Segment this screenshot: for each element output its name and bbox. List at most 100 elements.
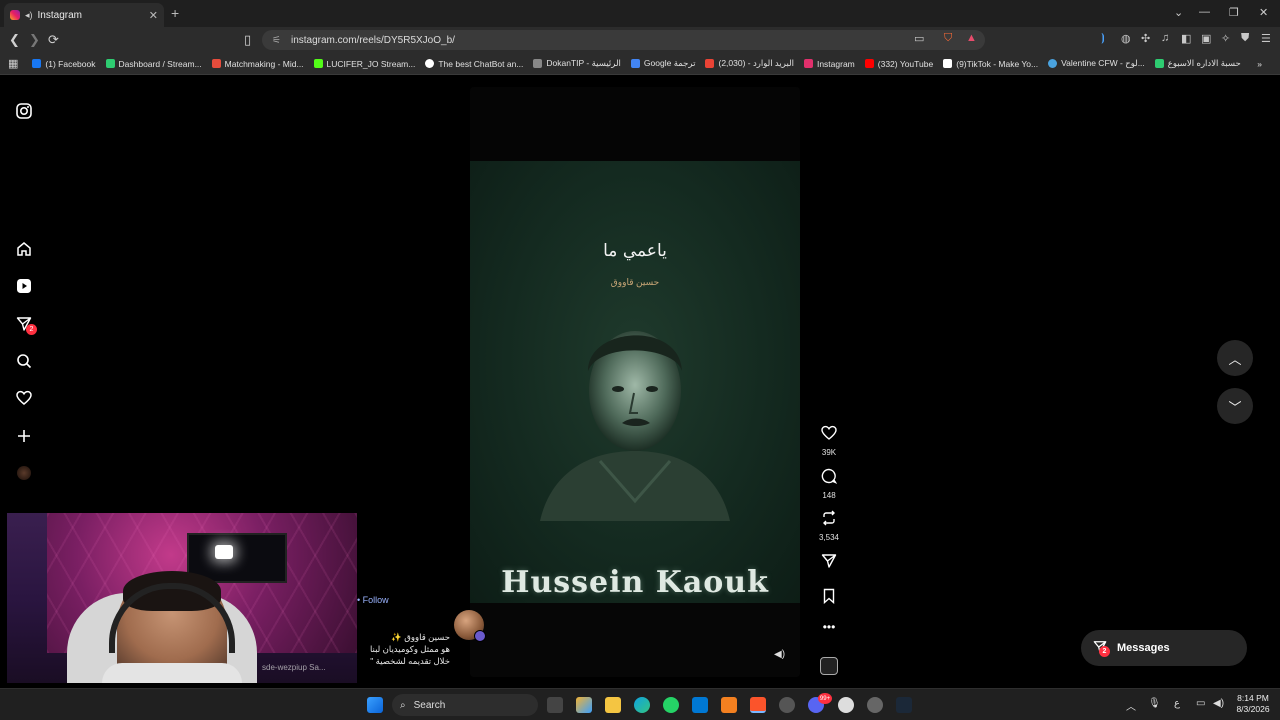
- direct-messages-icon[interactable]: 2: [14, 314, 37, 335]
- reload-icon[interactable]: ⟳: [48, 32, 59, 48]
- repost-button[interactable]: 3,534: [814, 510, 844, 542]
- sheets-icon: [1154, 59, 1164, 68]
- bookmark-item[interactable]: Instagram: [803, 59, 855, 69]
- microphone-icon[interactable]: 🎙: [1148, 698, 1161, 709]
- instagram-logo-icon[interactable]: [14, 101, 34, 121]
- facebook-icon: [32, 59, 42, 68]
- menu-icon[interactable]: ☰: [1261, 32, 1271, 45]
- whatsapp-icon[interactable]: [663, 697, 679, 713]
- streamlabs-icon: [105, 59, 115, 68]
- google-translate-icon: [630, 59, 640, 68]
- tab-search-chevron-icon[interactable]: ⌄: [1174, 6, 1183, 19]
- home-icon[interactable]: [14, 239, 34, 259]
- bookmark-item[interactable]: (332) YouTube: [864, 59, 933, 69]
- extensions-icon[interactable]: ✣: [1141, 32, 1150, 45]
- forward-icon[interactable]: ❯: [29, 32, 40, 48]
- like-count: 39K: [821, 448, 837, 457]
- next-reel-button[interactable]: ﹀: [1217, 388, 1253, 424]
- previous-reel-button[interactable]: ︿: [1217, 340, 1253, 376]
- brave-shield-icon[interactable]: ⛉: [944, 32, 952, 45]
- leo-ai-icon[interactable]: ✧: [1221, 32, 1230, 45]
- more-bookmarks-icon[interactable]: »: [1257, 59, 1262, 69]
- file-explorer-icon[interactable]: [605, 697, 621, 713]
- reel-video-player[interactable]: ياعمي ما حسين قاووق Hussein Kaouk ◀): [470, 87, 800, 677]
- edge-icon[interactable]: [634, 697, 650, 713]
- keyboard-language[interactable]: ع: [1174, 698, 1180, 709]
- wallet-icon[interactable]: ▣: [1201, 32, 1211, 45]
- close-window-button[interactable]: ✕: [1259, 6, 1268, 19]
- close-tab-icon[interactable]: ✕: [149, 9, 158, 22]
- messages-button[interactable]: 2 Messages: [1081, 630, 1247, 666]
- cloud-app-icon[interactable]: [721, 697, 737, 713]
- cast-icon[interactable]: ▭: [914, 32, 924, 45]
- webcam-shirt: [102, 663, 242, 683]
- privacy-icon[interactable]: ⛊: [1241, 32, 1249, 45]
- bookmark-item[interactable]: (1) Facebook: [32, 59, 96, 69]
- comment-button[interactable]: 148: [814, 468, 844, 500]
- save-button[interactable]: [814, 588, 844, 609]
- follow-button[interactable]: • Follow: [357, 595, 389, 605]
- search-icon[interactable]: [14, 351, 34, 371]
- copilot-icon[interactable]: [576, 697, 592, 713]
- brave-browser-icon[interactable]: [750, 697, 766, 713]
- minimize-button[interactable]: —: [1199, 6, 1210, 18]
- bookmark-item[interactable]: Matchmaking - Mid...: [211, 59, 304, 69]
- portrait-illustration: [540, 331, 730, 521]
- author-avatar[interactable]: [454, 610, 486, 642]
- vpn-icon[interactable]: ◍: [1121, 32, 1131, 45]
- chatbot-icon: [425, 59, 435, 68]
- instagram-favicon-icon: [10, 10, 20, 20]
- notifications-heart-icon[interactable]: [14, 388, 34, 408]
- messages-label: Messages: [1117, 642, 1170, 654]
- new-tab-button[interactable]: +: [171, 5, 179, 21]
- outlook-icon[interactable]: [692, 697, 708, 713]
- tray-overflow-chevron-icon[interactable]: ︿: [1126, 698, 1136, 713]
- steam-icon[interactable]: [896, 697, 912, 713]
- settings-gear-icon[interactable]: [838, 697, 854, 713]
- browser-tab-instagram[interactable]: ◂) Instagram ✕: [4, 3, 164, 27]
- like-button[interactable]: 39K: [814, 425, 844, 457]
- tiktok-icon: [943, 59, 953, 68]
- apps-grid-icon[interactable]: ▦: [8, 57, 18, 70]
- brave-rewards-icon[interactable]: ▲: [966, 32, 977, 44]
- audio-playing-icon[interactable]: ◂): [25, 10, 33, 21]
- site-info-icon[interactable]: ⚟: [272, 35, 281, 46]
- profile-avatar[interactable]: [14, 463, 34, 483]
- system-clock[interactable]: 8:14 PM 8/3/2026: [1230, 693, 1276, 715]
- windows-start-icon[interactable]: [367, 697, 383, 713]
- bookmark-icon[interactable]: ▯: [244, 32, 251, 48]
- music-icon[interactable]: ♫: [1161, 32, 1169, 44]
- more-options-icon[interactable]: •••: [814, 620, 844, 634]
- media-playing-icon[interactable]: ⦘: [1101, 32, 1105, 45]
- taskbar-search[interactable]: ⌕ Search: [392, 694, 538, 716]
- verified-badge-icon: [474, 630, 486, 642]
- bookmark-item[interactable]: (9)TikTok - Make Yo...: [943, 59, 1038, 69]
- maximize-button[interactable]: ❐: [1229, 6, 1239, 19]
- tab-title: Instagram: [37, 9, 82, 21]
- create-plus-icon[interactable]: [14, 426, 34, 446]
- address-bar[interactable]: ⚟ instagram.com/reels/DY5R5XJoO_b/: [262, 30, 985, 50]
- bookmark-item[interactable]: Valentine CFW - لوح...: [1048, 58, 1145, 69]
- obs-icon[interactable]: [867, 697, 883, 713]
- volume-tray-icon[interactable]: ◀): [1213, 698, 1224, 709]
- reel-subtitle-text: حسين قاووق: [610, 277, 660, 287]
- sidebar-toggle-icon[interactable]: ◧: [1181, 32, 1191, 45]
- bookmark-item[interactable]: Google ترجمة: [630, 58, 695, 69]
- bookmark-item[interactable]: حسبة الاداره الاسبوع: [1154, 58, 1241, 69]
- audio-thumbnail[interactable]: [814, 657, 844, 680]
- network-icon[interactable]: ▭: [1196, 698, 1205, 709]
- repost-icon: [823, 510, 835, 526]
- bookmark-item[interactable]: The best ChatBot an...: [425, 59, 523, 69]
- bookmark-item[interactable]: DokanTIP - الرئيسية: [533, 58, 621, 69]
- share-button[interactable]: [814, 553, 844, 574]
- reels-icon[interactable]: [14, 276, 34, 296]
- task-view-icon[interactable]: [547, 697, 563, 713]
- bookmark-item[interactable]: LUCIFER_JO Stream...: [313, 59, 415, 69]
- comment-icon: [821, 468, 838, 485]
- back-icon[interactable]: ❮: [9, 32, 20, 48]
- bookmark-item[interactable]: Dashboard / Stream...: [105, 59, 202, 69]
- app-icon[interactable]: [779, 697, 795, 713]
- bookmark-item[interactable]: البريد الوارد - (2,030): [705, 58, 794, 69]
- reel-caption[interactable]: حسين قاووق ✨ هو ممثل وكوميديان لبنا خلال…: [358, 631, 450, 667]
- volume-icon[interactable]: ◀): [774, 649, 785, 660]
